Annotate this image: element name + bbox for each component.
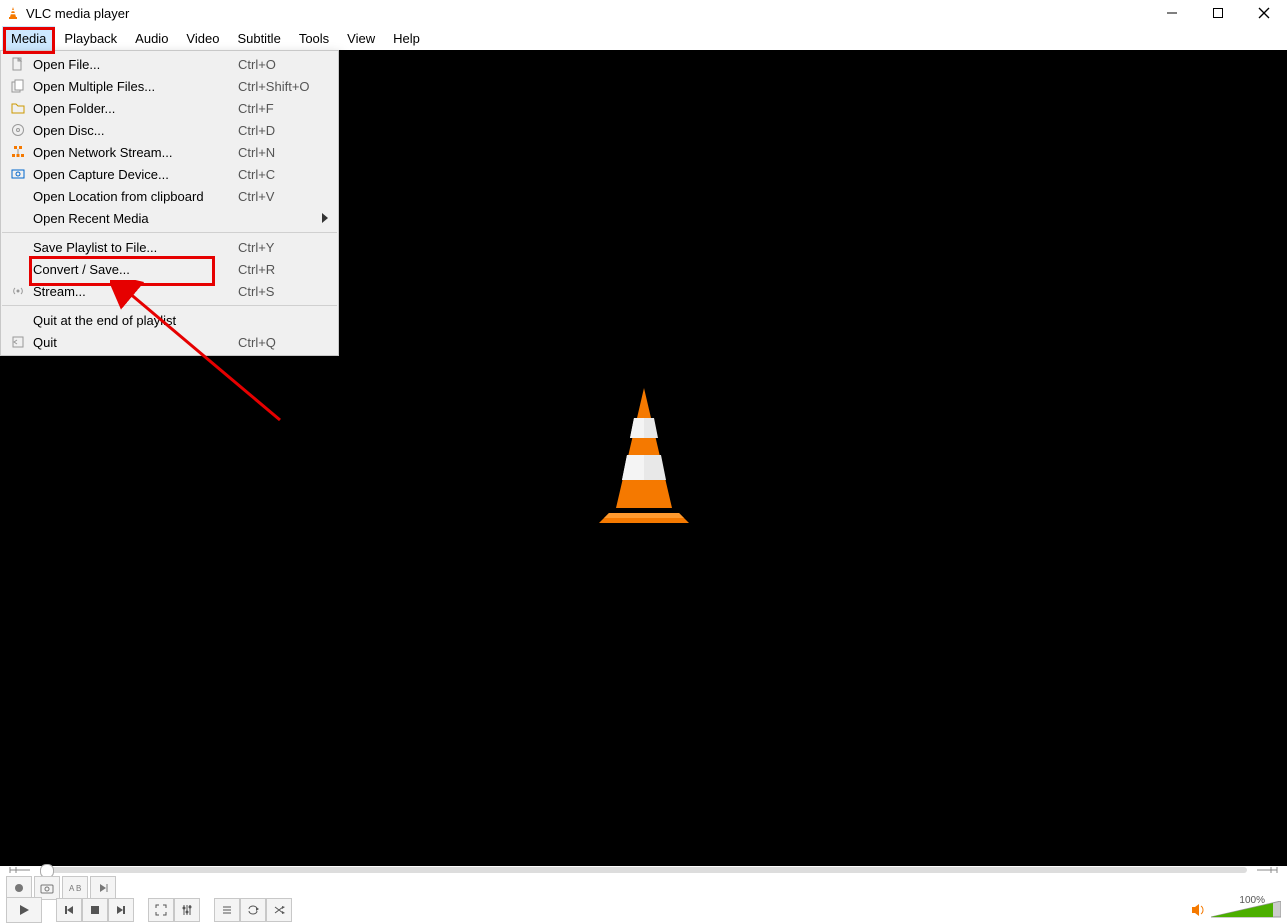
menubar: MediaPlaybackAudioVideoSubtitleToolsView… [0, 26, 1287, 51]
menu-subtitle[interactable]: Subtitle [228, 26, 289, 50]
menuitem-label: Quit at the end of playlist [29, 313, 238, 328]
menuitem-shortcut: Ctrl+F [238, 101, 328, 116]
shuffle-button[interactable] [266, 898, 292, 922]
window-title: VLC media player [26, 6, 129, 21]
time-start-icon [8, 865, 32, 875]
next-button[interactable] [108, 898, 134, 922]
menuitem-save-playlist-to-file[interactable]: Save Playlist to File...Ctrl+Y [1, 236, 338, 258]
menuitem-label: Open Multiple Files... [29, 79, 238, 94]
menuitem-shortcut: Ctrl+N [238, 145, 328, 160]
menuitem-open-file[interactable]: Open File...Ctrl+O [1, 53, 338, 75]
folder-icon [7, 101, 29, 115]
menuitem-shortcut: Ctrl+S [238, 284, 328, 299]
quit-icon [7, 335, 29, 349]
menuitem-label: Open File... [29, 57, 238, 72]
menuitem-shortcut: Ctrl+O [238, 57, 328, 72]
minimize-button[interactable] [1149, 0, 1195, 26]
main-toolbar [6, 898, 1281, 922]
menu-tools[interactable]: Tools [290, 26, 338, 50]
menuitem-label: Open Recent Media [29, 211, 238, 226]
time-end-icon [1255, 865, 1279, 875]
playlist-button[interactable] [214, 898, 240, 922]
menuitem-open-network-stream[interactable]: Open Network Stream...Ctrl+N [1, 141, 338, 163]
menuitem-label: Quit [29, 335, 238, 350]
menuitem-label: Open Folder... [29, 101, 238, 116]
menuitem-open-location-from-clipboard[interactable]: Open Location from clipboardCtrl+V [1, 185, 338, 207]
menuitem-label: Stream... [29, 284, 238, 299]
submenu-arrow-icon [322, 213, 328, 223]
svg-text:B: B [76, 884, 81, 893]
menuitem-label: Open Disc... [29, 123, 238, 138]
menuitem-shortcut: Ctrl+R [238, 262, 328, 277]
network-icon [7, 145, 29, 159]
stop-button[interactable] [82, 898, 108, 922]
menuitem-stream[interactable]: Stream...Ctrl+S [1, 280, 338, 302]
menuitem-convert-save[interactable]: Convert / Save...Ctrl+R [1, 258, 338, 280]
menuitem-shortcut: Ctrl+C [238, 167, 328, 182]
menuitem-open-capture-device[interactable]: Open Capture Device...Ctrl+C [1, 163, 338, 185]
menuitem-open-multiple-files[interactable]: Open Multiple Files...Ctrl+Shift+O [1, 75, 338, 97]
menuitem-shortcut: Ctrl+D [238, 123, 328, 138]
menuitem-label: Open Network Stream... [29, 145, 238, 160]
menu-help[interactable]: Help [384, 26, 429, 50]
titlebar: VLC media player [0, 0, 1287, 26]
vlc-cone-logo [574, 383, 714, 533]
menu-playback[interactable]: Playback [55, 26, 126, 50]
capture-icon [7, 167, 29, 181]
disc-icon [7, 123, 29, 137]
close-button[interactable] [1241, 0, 1287, 26]
speaker-icon[interactable] [1191, 903, 1207, 917]
fullscreen-button[interactable] [148, 898, 174, 922]
svg-text:A: A [69, 884, 75, 893]
loop-button[interactable] [240, 898, 266, 922]
menuitem-label: Open Location from clipboard [29, 189, 238, 204]
menu-audio[interactable]: Audio [126, 26, 177, 50]
menuitem-shortcut: Ctrl+Y [238, 240, 328, 255]
files-icon [7, 79, 29, 93]
settings-button[interactable] [174, 898, 200, 922]
menuitem-label: Convert / Save... [29, 262, 238, 277]
volume-percent-label: 100% [1239, 895, 1265, 906]
menuitem-open-recent-media[interactable]: Open Recent Media [1, 207, 338, 229]
media-menu-dropdown: Open File...Ctrl+OOpen Multiple Files...… [0, 50, 339, 356]
menuitem-shortcut: Ctrl+Shift+O [238, 79, 328, 94]
menuitem-quit[interactable]: QuitCtrl+Q [1, 331, 338, 353]
menuitem-open-folder[interactable]: Open Folder...Ctrl+F [1, 97, 338, 119]
menuitem-shortcut: Ctrl+V [238, 189, 328, 204]
menu-video[interactable]: Video [177, 26, 228, 50]
stream-icon [7, 284, 29, 298]
menuitem-shortcut: Ctrl+Q [238, 335, 328, 350]
menuitem-label: Open Capture Device... [29, 167, 238, 182]
loop-ab-button[interactable]: AB [62, 876, 88, 900]
menuitem-label: Save Playlist to File... [29, 240, 238, 255]
secondary-toolbar: AB [6, 876, 116, 898]
seek-track[interactable] [40, 867, 1247, 873]
prev-button[interactable] [56, 898, 82, 922]
menuitem-open-disc[interactable]: Open Disc...Ctrl+D [1, 119, 338, 141]
seek-bar [8, 864, 1279, 876]
vlc-cone-icon [6, 6, 20, 20]
file-icon [7, 57, 29, 71]
menu-view[interactable]: View [338, 26, 384, 50]
menu-media[interactable]: Media [2, 26, 55, 50]
frame-step-button[interactable] [90, 876, 116, 900]
maximize-button[interactable] [1195, 0, 1241, 26]
play-button[interactable] [6, 897, 42, 923]
menuitem-quit-at-the-end-of-playlist[interactable]: Quit at the end of playlist [1, 309, 338, 331]
